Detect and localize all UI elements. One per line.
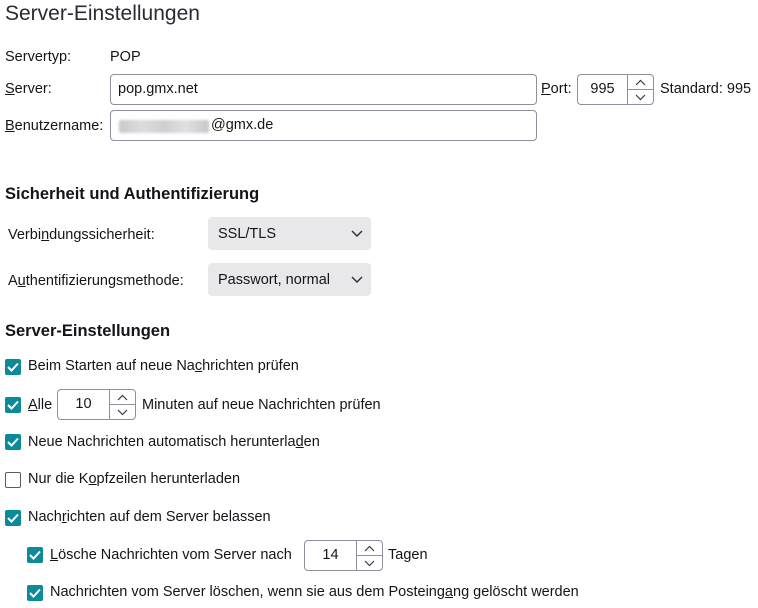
server-type-value: POP — [110, 49, 141, 65]
delete-from-inbox-label[interactable]: Nachrichten vom Server löschen, wenn sie… — [50, 584, 579, 600]
port-value[interactable]: 995 — [578, 75, 627, 104]
security-heading: Sicherheit und Authentifizierung — [5, 185, 260, 203]
headers-only-label[interactable]: Nur die Kopfzeilen herunterladen — [28, 471, 240, 487]
leave-on-server-checkbox[interactable] — [5, 510, 21, 526]
delete-after-days-label[interactable]: Lösche Nachrichten vom Server nach — [50, 547, 292, 563]
headers-only-checkbox[interactable] — [5, 472, 21, 488]
checkmark-icon — [29, 588, 41, 598]
connection-security-select[interactable]: SSL/TLS — [208, 217, 371, 250]
delete-from-inbox-checkbox[interactable] — [27, 585, 43, 601]
chevron-up-icon — [635, 79, 646, 85]
days-increment-button[interactable] — [357, 541, 382, 555]
chevron-down-icon — [343, 276, 371, 283]
chevron-down-icon — [635, 94, 646, 100]
chevron-down-icon — [117, 409, 128, 415]
check-interval-suffix: Minuten auf neue Nachrichten prüfen — [142, 397, 381, 413]
check-on-startup-checkbox[interactable] — [5, 359, 21, 375]
redacted-username — [119, 120, 209, 133]
interval-decrement-button[interactable] — [110, 404, 135, 419]
delete-after-days-checkbox[interactable] — [27, 547, 43, 563]
checkmark-icon — [7, 513, 19, 523]
chevron-up-icon — [364, 545, 375, 551]
check-interval-value[interactable]: 10 — [58, 390, 109, 419]
checkmark-icon — [7, 437, 19, 447]
page-title: Server-Einstellungen — [5, 2, 200, 25]
connection-security-value: SSL/TLS — [218, 225, 277, 242]
port-standard-label: Standard: 995 — [660, 81, 752, 97]
server-hostname-input[interactable]: pop.gmx.net — [110, 74, 537, 105]
auth-method-select[interactable]: Passwort, normal — [208, 263, 371, 296]
check-interval-stepper[interactable]: 10 — [57, 389, 136, 420]
chevron-down-icon — [364, 560, 375, 566]
delete-days-suffix: Tagen — [388, 547, 428, 563]
server-type-label: Servertyp: — [5, 49, 72, 65]
interval-increment-button[interactable] — [110, 390, 135, 404]
port-decrement-button[interactable] — [628, 89, 653, 104]
auth-method-value: Passwort, normal — [218, 271, 331, 288]
connection-security-label: Verbindungssicherheit: — [8, 227, 155, 243]
check-every-checkbox[interactable] — [5, 397, 21, 413]
check-on-startup-label[interactable]: Beim Starten auf neue Nachrichten prüfen — [28, 358, 299, 374]
checkmark-icon — [7, 400, 19, 410]
auto-download-checkbox[interactable] — [5, 434, 21, 450]
username-label: Benutzername: — [5, 118, 104, 134]
server-label: Server: — [5, 81, 52, 97]
leave-on-server-label[interactable]: Nachrichten auf dem Server belassen — [28, 509, 271, 525]
chevron-down-icon — [343, 230, 371, 237]
auto-download-label[interactable]: Neue Nachrichten automatisch herunterlad… — [28, 434, 320, 450]
server-settings-heading: Server-Einstellungen — [5, 322, 171, 340]
port-stepper[interactable]: 995 — [577, 74, 654, 105]
delete-days-stepper[interactable]: 14 — [304, 540, 383, 571]
username-input[interactable]: @gmx.de — [110, 110, 537, 141]
auth-method-label: Authentifizierungsmethode: — [8, 273, 184, 289]
days-decrement-button[interactable] — [357, 555, 382, 570]
port-increment-button[interactable] — [628, 75, 653, 89]
check-every-label[interactable]: Alle — [28, 397, 52, 413]
port-label: Port: — [541, 81, 572, 97]
delete-days-value[interactable]: 14 — [305, 541, 356, 570]
chevron-up-icon — [117, 394, 128, 400]
username-domain: @gmx.de — [211, 117, 274, 133]
checkmark-icon — [29, 550, 41, 560]
checkmark-icon — [7, 362, 19, 372]
